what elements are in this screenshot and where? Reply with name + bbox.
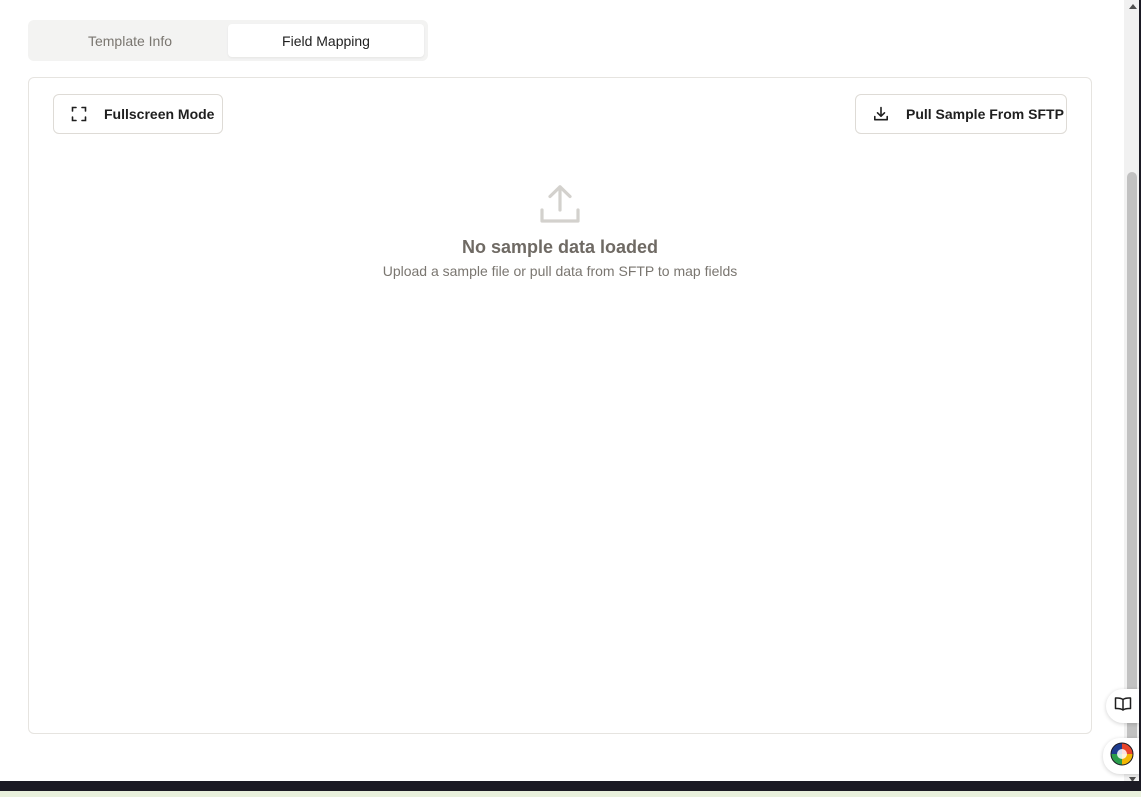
fullscreen-mode-label: Fullscreen Mode <box>104 106 215 122</box>
docs-book-button[interactable] <box>1106 689 1140 723</box>
color-globe-icon <box>1110 742 1134 771</box>
extension-globe-button[interactable] <box>1103 738 1141 774</box>
pull-sample-label: Pull Sample From SFTP <box>906 106 1064 122</box>
field-mapping-panel: Fullscreen Mode Pull Sample From SFTP No… <box>28 77 1092 734</box>
tab-field-mapping[interactable]: Field Mapping <box>228 24 424 57</box>
download-icon <box>872 105 890 123</box>
page: Template Info Field Mapping Fullscreen M… <box>0 0 1141 797</box>
empty-state-subtitle: Upload a sample file or pull data from S… <box>382 263 738 279</box>
fullscreen-mode-button[interactable]: Fullscreen Mode <box>53 94 223 134</box>
expand-corners-icon <box>70 105 88 123</box>
pull-sample-from-sftp-button[interactable]: Pull Sample From SFTP <box>855 94 1067 134</box>
upload-icon <box>538 183 582 227</box>
empty-state: No sample data loaded Upload a sample fi… <box>29 183 1091 279</box>
tab-template-info[interactable]: Template Info <box>32 24 228 57</box>
book-open-icon <box>1114 696 1132 717</box>
empty-state-title: No sample data loaded <box>461 237 659 257</box>
taskbar-edge <box>0 781 1141 791</box>
desktop-strip <box>0 791 1141 797</box>
scrollbar-thumb[interactable] <box>1127 172 1137 772</box>
tab-bar: Template Info Field Mapping <box>28 20 428 61</box>
